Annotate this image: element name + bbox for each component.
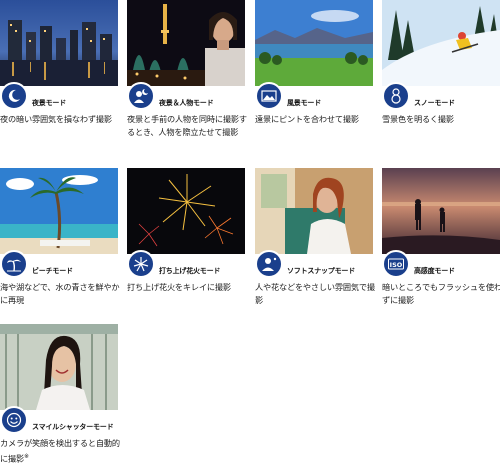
mode-description: 雪景色を明るく撮影 xyxy=(382,114,454,124)
mode-description: カメラが笑顔を検出すると自動的に撮影※ xyxy=(0,437,124,466)
mode-title: 高感度モード xyxy=(414,267,455,275)
smile-face-icon xyxy=(0,406,28,434)
beach-photo xyxy=(0,168,118,254)
night-portrait-photo xyxy=(127,0,245,86)
night-scene-photo xyxy=(0,0,118,86)
mode-description: 遠景にピントを合わせて撮影 xyxy=(255,114,359,124)
crescent-moon-icon xyxy=(0,82,28,110)
mode-description: 夜の暗い雰囲気を損なわず撮影 xyxy=(0,114,112,124)
mode-title: 風景モード xyxy=(287,99,321,107)
firework-icon xyxy=(127,250,155,278)
snow-photo xyxy=(382,0,500,86)
mode-description: 打ち上げ花火をキレイに撮影 xyxy=(127,282,231,292)
mode-title: ビーチモード xyxy=(32,267,73,275)
high-sensitivity-photo xyxy=(382,168,500,254)
fireworks-photo xyxy=(127,168,245,254)
mode-title: ソフトスナップモード xyxy=(287,267,355,275)
landscape-photo xyxy=(255,0,373,86)
soft-snap-photo xyxy=(255,168,373,254)
mode-title: 夜景＆人物モード xyxy=(159,99,214,107)
mode-description: 海や湖などで、水の青さを鮮やかに再現 xyxy=(0,282,120,305)
mode-title: スマイルシャッターモード xyxy=(32,423,114,431)
footnote-mark: ※ xyxy=(23,453,29,460)
mode-title: 夜景モード xyxy=(32,99,66,107)
mode-description-text: カメラが笑顔を検出すると自動的に撮影 xyxy=(0,438,120,464)
palm-tree-icon xyxy=(0,250,28,278)
iso-icon: ISO xyxy=(382,250,410,278)
mode-description: 暗いところでもフラッシュを使わずに撮影 xyxy=(382,282,500,305)
mode-description: 夜景と手前の人物を同時に撮影するとき、人物を際立たせて撮影 xyxy=(127,114,247,137)
mode-title: 打ち上げ花火モード xyxy=(159,267,221,275)
soft-portrait-icon xyxy=(255,250,283,278)
mode-title: スノーモード xyxy=(414,99,455,107)
smile-shutter-photo xyxy=(0,324,118,410)
svg-text:ISO: ISO xyxy=(390,261,403,269)
person-moon-icon xyxy=(127,82,155,110)
snowman-icon xyxy=(382,82,410,110)
mode-description: 人や花などをやさしい雰囲気で撮影 xyxy=(255,282,375,305)
mountain-icon xyxy=(255,82,283,110)
